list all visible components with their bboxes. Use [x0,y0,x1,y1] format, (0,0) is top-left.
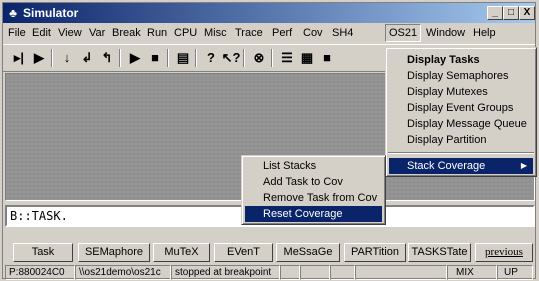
menu-trace[interactable]: Trace [232,24,266,42]
window-title: Simulator [23,6,79,20]
softkey-task[interactable]: Task [13,243,73,262]
window-icon[interactable]: ■ [317,48,337,68]
softkey-semaphore[interactable]: SEMaphore [78,243,150,262]
menu-view[interactable]: View [55,24,85,42]
menu-os21[interactable]: OS21 [385,24,422,42]
title-bar[interactable]: ♣ Simulator _ □ X [3,3,535,23]
memory-icon[interactable]: ▦ [297,48,317,68]
step-back-icon[interactable]: ↲ [77,48,97,68]
menu-item-add-task-to-cov[interactable]: Add Task to Cov [245,174,382,190]
break-icon[interactable]: ■ [145,48,165,68]
restore-button[interactable]: □ [503,6,519,20]
status-empty-1 [280,265,300,280]
status-address: P:880024C0 [5,265,75,280]
step-into-icon[interactable]: ▸| [9,48,29,68]
softkey-message[interactable]: MeSsaGe [276,243,340,262]
os21-menu: Display Tasks Display Semaphores Display… [385,47,537,177]
status-empty-3 [330,265,355,280]
menu-file[interactable]: File [5,24,29,42]
menu-perf[interactable]: Perf [269,24,295,42]
menu-break[interactable]: Break [109,24,144,42]
menu-bar: File Edit View Var Break Run CPU Misc Tr… [3,24,535,42]
menu-item-stack-coverage[interactable]: Stack Coverage ▶ [389,158,533,174]
status-empty-4 [355,265,447,280]
menu-item-reset-coverage[interactable]: Reset Coverage [245,206,382,222]
toolbar-separator [195,49,197,67]
toolbar-separator [51,49,53,67]
registers-icon[interactable]: ☰ [277,48,297,68]
menu-item-display-partition[interactable]: Display Partition [389,132,533,148]
menu-item-stack-coverage-label: Stack Coverage [407,160,486,172]
stop-icon[interactable]: ⊗ [249,48,269,68]
softkey-previous[interactable]: previous [475,243,533,262]
status-direction: UP [497,265,533,280]
softkey-bar: Task SEMaphore MuTeX EVenT MeSsaGe PARTi… [3,243,535,263]
status-path: \\os21demo\os21c [75,265,171,280]
step-over-icon[interactable]: ▶ [29,48,49,68]
menu-help[interactable]: Help [470,24,499,42]
list-icon[interactable]: ▤ [173,48,193,68]
toolbar-separator [167,49,169,67]
menu-misc[interactable]: Misc [201,24,230,42]
menu-sh4[interactable]: SH4 [329,24,356,42]
menu-separator [388,152,534,154]
softkey-event[interactable]: EVenT [214,243,273,262]
status-empty-2 [300,265,330,280]
submenu-arrow-icon: ▶ [520,161,527,170]
menu-item-display-semaphores[interactable]: Display Semaphores [389,68,533,84]
step-down-icon[interactable]: ↓ [57,48,77,68]
softkey-partition[interactable]: PARTition [344,243,406,262]
status-mode: MIX [447,265,497,280]
menu-edit[interactable]: Edit [29,24,54,42]
menu-item-display-message-queue[interactable]: Display Message Queue [389,116,533,132]
menu-var[interactable]: Var [86,24,108,42]
minimize-button[interactable]: _ [487,6,503,20]
softkey-mutex[interactable]: MuTeX [153,243,210,262]
close-button[interactable]: X [519,6,535,20]
menu-cov[interactable]: Cov [300,24,326,42]
menu-item-list-stacks[interactable]: List Stacks [245,158,382,174]
status-state: stopped at breakpoint [171,265,280,280]
menu-item-display-mutexes[interactable]: Display Mutexes [389,84,533,100]
menu-item-remove-task-from-cov[interactable]: Remove Task from Cov [245,190,382,206]
return-icon[interactable]: ↰ [97,48,117,68]
go-icon[interactable]: ▶ [125,48,145,68]
menu-run[interactable]: Run [144,24,170,42]
help-icon[interactable]: ? [201,48,221,68]
status-bar: P:880024C0 \\os21demo\os21c stopped at b… [3,265,535,280]
menu-cpu[interactable]: CPU [171,24,200,42]
menu-window[interactable]: Window [423,24,468,42]
toolbar-separator [119,49,121,67]
softkey-taskstate[interactable]: TASKSTate [408,243,471,262]
menu-item-display-event-groups[interactable]: Display Event Groups [389,100,533,116]
app-icon: ♣ [9,6,17,20]
menu-item-display-tasks[interactable]: Display Tasks [389,52,533,68]
toolbar-separator [243,49,245,67]
toolbar-separator [271,49,273,67]
context-help-icon[interactable]: ↖? [221,48,241,68]
stack-coverage-submenu: List Stacks Add Task to Cov Remove Task … [241,155,386,225]
